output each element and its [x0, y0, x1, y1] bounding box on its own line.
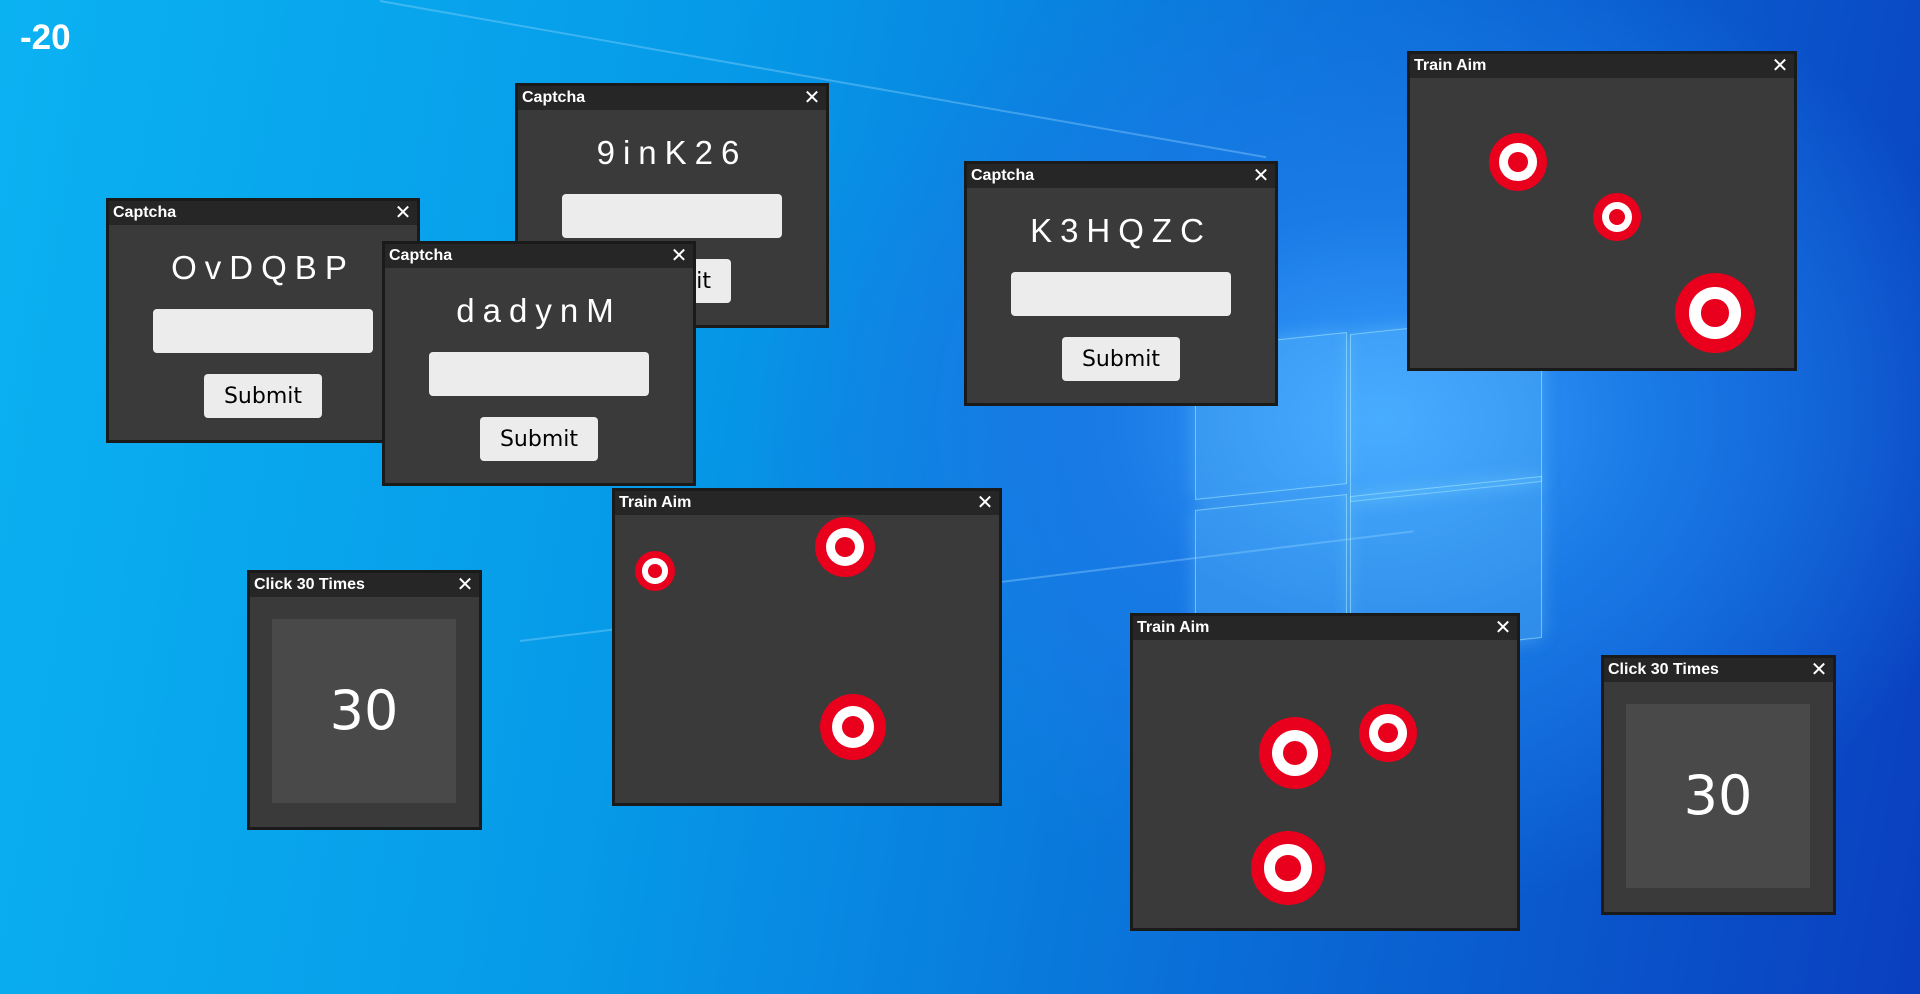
captcha-input[interactable] — [1011, 272, 1231, 316]
score-counter: -20 — [20, 18, 71, 57]
target-ring — [1601, 201, 1633, 233]
window-title: Train Aim — [1133, 616, 1517, 640]
target-icon[interactable] — [635, 551, 675, 591]
target-ring — [825, 527, 865, 567]
close-icon[interactable]: ✕ — [393, 201, 413, 225]
close-icon[interactable]: ✕ — [1251, 164, 1271, 188]
window-title: Captcha — [967, 164, 1275, 188]
target-ring — [831, 705, 875, 749]
close-icon[interactable]: ✕ — [1809, 658, 1829, 682]
target-icon[interactable] — [820, 694, 886, 760]
train-aim-window: Train Aim ✕ — [1130, 613, 1520, 931]
submit-button[interactable]: Submit — [480, 417, 598, 461]
close-icon[interactable]: ✕ — [455, 573, 475, 597]
target-icon[interactable] — [815, 517, 875, 577]
target-center — [1378, 723, 1398, 743]
target-icon[interactable] — [1675, 273, 1755, 353]
train-aim-window: Train Aim ✕ — [612, 488, 1002, 806]
window-title: Train Aim — [615, 491, 999, 515]
submit-button[interactable]: Submit — [204, 374, 322, 418]
target-ring — [1369, 714, 1407, 752]
captcha-input[interactable] — [562, 194, 782, 238]
target-ring — [642, 558, 668, 584]
captcha-code: dadynM — [456, 292, 622, 329]
click-counter-window: Click 30 Times ✕ 30 — [247, 570, 482, 830]
captcha-input[interactable] — [429, 352, 649, 396]
click-count-button[interactable]: 30 — [1626, 704, 1810, 888]
target-icon[interactable] — [1251, 831, 1325, 905]
target-ring — [1689, 287, 1741, 339]
target-icon[interactable] — [1593, 193, 1641, 241]
target-center — [1608, 208, 1626, 226]
window-title: Click 30 Times — [250, 573, 479, 597]
close-icon[interactable]: ✕ — [802, 86, 822, 110]
target-center — [1275, 855, 1301, 881]
target-icon[interactable] — [1489, 133, 1547, 191]
target-center — [1282, 740, 1308, 766]
window-title: Click 30 Times — [1604, 658, 1833, 682]
click-counter-window: Click 30 Times ✕ 30 — [1601, 655, 1836, 915]
submit-button[interactable]: Submit — [1062, 337, 1180, 381]
captcha-code: OvDQBP — [171, 249, 355, 286]
target-center — [1701, 299, 1729, 327]
target-ring — [1264, 844, 1312, 892]
target-center — [648, 564, 662, 578]
window-title: Captcha — [109, 201, 417, 225]
target-center — [1508, 152, 1528, 172]
close-icon[interactable]: ✕ — [1770, 54, 1790, 78]
target-ring — [1499, 143, 1537, 181]
target-ring — [1271, 729, 1319, 777]
target-icon[interactable] — [1259, 717, 1331, 789]
target-icon[interactable] — [1359, 704, 1417, 762]
target-center — [834, 536, 856, 558]
close-icon[interactable]: ✕ — [669, 244, 689, 268]
close-icon[interactable]: ✕ — [975, 491, 995, 515]
captcha-window: Captcha ✕ K3HQZC Submit — [964, 161, 1278, 406]
captcha-window: Captcha ✕ OvDQBP Submit — [106, 198, 420, 443]
target-center — [841, 715, 865, 739]
captcha-code: K3HQZC — [1030, 212, 1212, 249]
click-count-button[interactable]: 30 — [272, 619, 456, 803]
window-title: Train Aim — [1410, 54, 1794, 78]
captcha-code: 9inK26 — [596, 134, 748, 171]
train-aim-window: Train Aim ✕ — [1407, 51, 1797, 371]
captcha-input[interactable] — [153, 309, 373, 353]
close-icon[interactable]: ✕ — [1493, 616, 1513, 640]
window-title: Captcha — [385, 244, 693, 268]
window-title: Captcha — [518, 86, 826, 110]
captcha-window: Captcha ✕ dadynM Submit — [382, 241, 696, 486]
